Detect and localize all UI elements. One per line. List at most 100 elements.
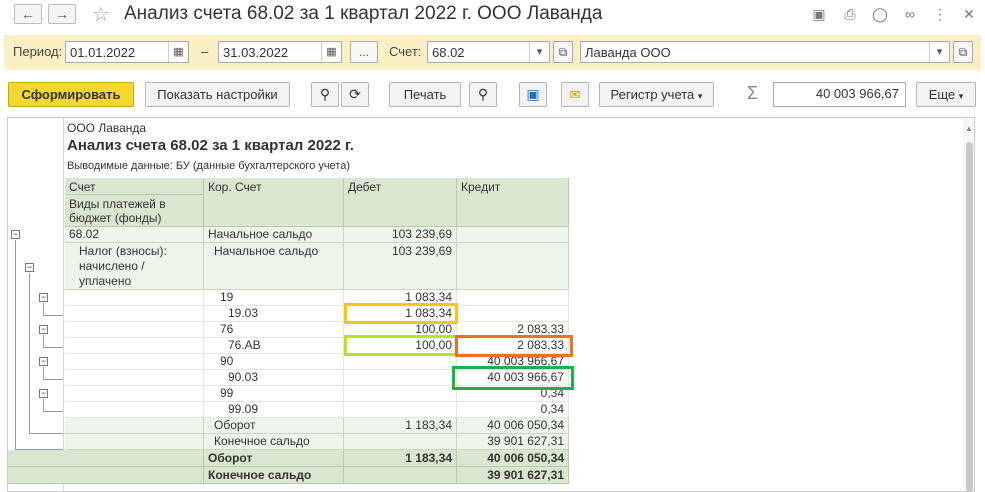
window-titlebar: ← → ☆ Анализ счета 68.02 за 1 квартал 20… [0,0,985,30]
collapse-icon[interactable]: − [11,230,20,239]
scroll-up-icon[interactable]: ▲ [965,124,973,133]
search-icon[interactable]: ⚲ [311,82,339,107]
tree-line [43,335,44,347]
open-organization-icon[interactable]: ⧉ [953,41,973,63]
scrollbar-thumb[interactable] [966,142,973,491]
more-label: Еще [928,87,956,102]
table-row-corr: 19 [204,290,344,306]
chevron-down-icon: ▾ [958,91,964,101]
collapse-icon[interactable]: − [25,263,34,272]
chevron-down-icon[interactable]: ▾ [929,42,949,62]
window-title: Анализ счета 68.02 за 1 квартал 2022 г. … [124,3,603,24]
table-row-credit [457,227,569,243]
report-heading: Анализ счета 68.02 за 1 квартал 2022 г. [67,137,354,154]
table-row-debit [344,402,457,418]
date-from-value: 01.01.2022 [70,45,136,60]
col-debit-header: Дебет [344,178,457,227]
period-select-button[interactable]: ... [350,41,378,63]
table-row-credit [457,290,569,306]
open-account-icon[interactable]: ⧉ [553,41,573,63]
date-from-field[interactable]: 01.01.2022 ▦ [65,41,189,63]
table-row-credit: 0,34 [457,402,569,418]
account-label: Счет: [389,44,422,59]
table-row-corr: 90.03 [204,370,344,386]
total-row-spacer [8,467,204,484]
calendar-icon[interactable]: ▦ [168,42,188,62]
show-settings-button[interactable]: Показать настройки [145,82,290,107]
more-vertical-icon[interactable]: ⋮ [931,5,949,23]
tree-line [15,449,63,450]
period-label: Период: [13,44,63,59]
table-row-credit: 0,34 [457,386,569,402]
collapse-icon[interactable]: − [39,325,48,334]
report-output-data: Выводимые данные: БУ (данные бухгалтерск… [67,160,350,172]
col-payment-types-header: Виды платежей в бюджет (фонды) [65,195,204,227]
table-row-corr: Оборот [204,418,344,434]
table-row-debit: 100,00 [344,322,457,338]
table-row-debit [344,386,457,402]
table-row-debit [344,370,457,386]
date-to-field[interactable]: 31.03.2022 ▦ [218,41,342,63]
save-icon[interactable]: ▣ [519,82,547,107]
print-icon[interactable]: ⎙ [841,5,859,23]
sigma-icon: Σ [747,83,759,103]
search-settings-icon[interactable]: ⟳ [341,82,369,107]
table-row-corr: 76 [204,322,344,338]
total-row-spacer [8,450,204,467]
col-credit-header: Кредит [457,178,569,227]
collapse-icon[interactable]: − [39,293,48,302]
total-row-label: Конечное сальдо [204,467,344,484]
back-arrow-icon[interactable]: ← [14,4,42,24]
star-icon[interactable]: ☆ [92,2,110,27]
collapse-icon[interactable]: − [39,357,48,366]
total-row-debit: 1 183,34 [344,450,457,467]
mail-icon[interactable]: ✉ [561,82,589,107]
table-row-account [65,306,204,322]
chevron-down-icon[interactable]: ▾ [529,42,549,62]
organization-field[interactable]: Лаванда ООО ▾ [580,41,950,63]
table-row-debit: 1 083,34 [344,290,457,306]
print-button[interactable]: Печать [389,82,461,107]
collapse-icon[interactable]: − [39,389,48,398]
registry-button[interactable]: Регистр учета ▾ [599,82,714,107]
forward-arrow-icon[interactable]: → [48,4,76,24]
table-row-credit: 39 901 627,31 [457,434,569,450]
tree-line [43,399,44,411]
tree-line [43,303,44,315]
sum-field[interactable]: 40 003 966,67 [773,82,906,107]
table-row-credit: 2 083,33 [457,338,569,354]
calendar-icon[interactable]: ▦ [321,42,341,62]
account-field[interactable]: 68.02 ▾ [427,41,550,63]
tree-line [43,315,63,316]
more-button[interactable]: Еще ▾ [916,82,976,107]
tree-line [29,433,63,434]
table-row-debit: 100,00 [344,338,457,354]
zoom-icon[interactable]: ◯ [871,5,889,23]
save-disk-icon[interactable]: ▣ [810,5,828,23]
vertical-scrollbar[interactable]: ▲ [963,118,974,491]
table-row-account [65,386,204,402]
total-row-label: Оборот [204,450,344,467]
tree-line [43,347,63,348]
close-icon[interactable]: ✕ [960,5,978,23]
period-dash: – [201,44,209,59]
tree-line [43,379,63,380]
table-row-corr: Конечное сальдо [204,434,344,450]
generate-button[interactable]: Сформировать [8,82,134,107]
link-icon[interactable]: ∞ [901,5,919,23]
table-row-account: 68.02 [65,227,204,243]
table-row-debit [344,354,457,370]
preview-icon[interactable]: ⚲ [469,82,497,107]
total-row-credit: 39 901 627,31 [457,467,569,484]
table-row-credit [457,243,569,290]
table-row-account [65,290,204,306]
col-corr-account-header: Кор. Счет [204,178,344,227]
tree-line [43,411,63,412]
table-row-account [65,434,204,450]
table-row-corr: 90 [204,354,344,370]
table-row-account [65,322,204,338]
table-row-credit: 40 003 966,67 [457,354,569,370]
table-row-credit: 2 083,33 [457,322,569,338]
table-row-debit: 1 083,34 [344,306,457,322]
table-row-account: Налог (взносы): начислено / уплачено [65,243,204,290]
